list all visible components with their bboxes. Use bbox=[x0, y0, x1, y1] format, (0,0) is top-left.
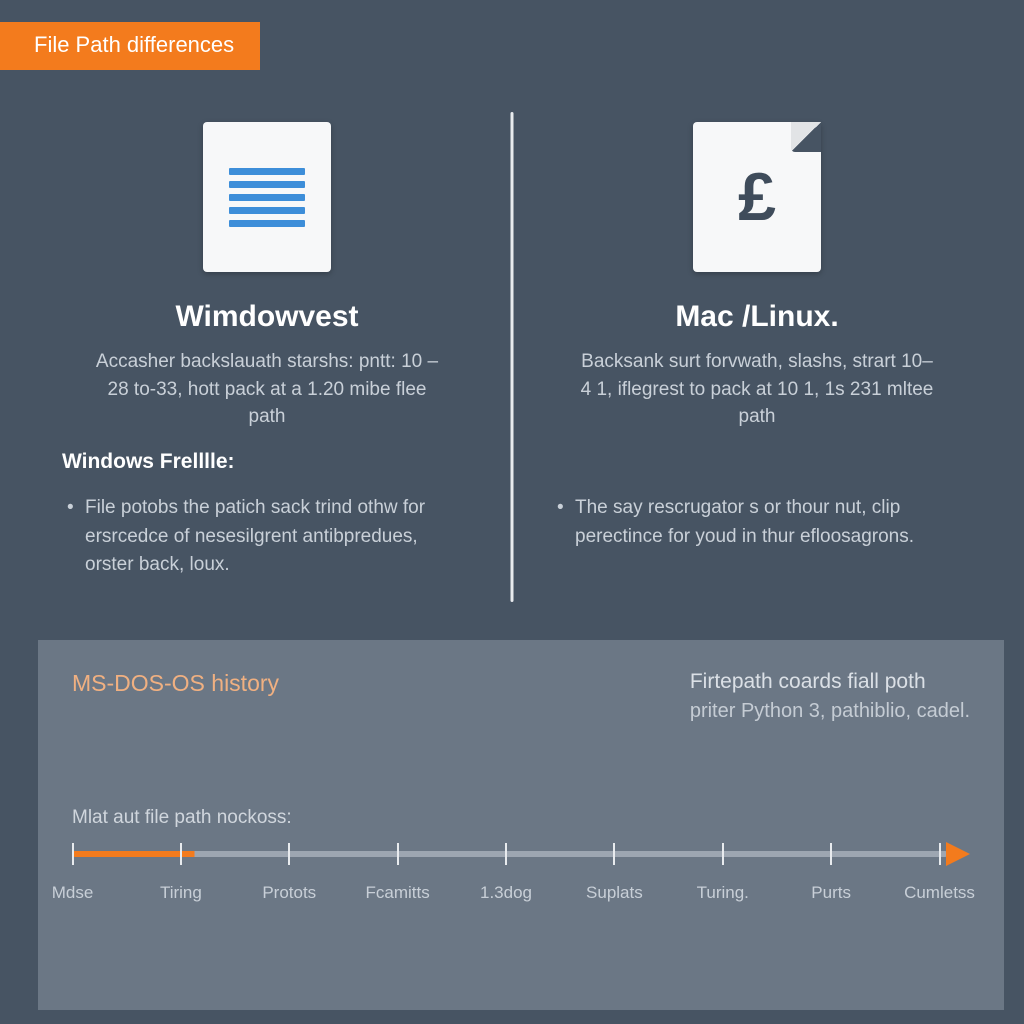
mac-linux-bullet: The say rescrugator s or thour nut, clip… bbox=[557, 494, 957, 551]
windows-column: Wimdowvest Accasher backslauath starshs:… bbox=[67, 122, 467, 431]
timeline-tick: Cumletss bbox=[939, 843, 940, 911]
tick-label: Tiring bbox=[160, 883, 202, 903]
tick-label: Purts bbox=[811, 883, 851, 903]
timeline-ticks: Mdse Tiring Protots Fcamitts 1.3dog Supl… bbox=[72, 843, 940, 911]
page-title-banner: File Path differences bbox=[0, 22, 260, 70]
mac-linux-description: Backsank surt forvwath, slashs, strart 1… bbox=[557, 348, 957, 431]
windows-bullet: File potobs the patich sack trind othw f… bbox=[67, 494, 467, 580]
timeline-tick: Protots bbox=[289, 843, 290, 911]
tick-label: Cumletss bbox=[904, 883, 975, 903]
history-right-line1: Firtepath coards fiall poth bbox=[690, 670, 970, 694]
timeline-tick: Mdse bbox=[72, 843, 73, 911]
bullet-section: File potobs the patich sack trind othw f… bbox=[0, 494, 1024, 580]
timeline: Mdse Tiring Protots Fcamitts 1.3dog Supl… bbox=[72, 843, 970, 911]
windows-heading: Wimdowvest bbox=[67, 300, 467, 334]
timeline-tick: Suplats bbox=[614, 843, 615, 911]
timeline-tick: Tiring bbox=[180, 843, 181, 911]
timeline-tick: Turing. bbox=[722, 843, 723, 911]
tick-label: Turing. bbox=[697, 883, 749, 903]
windows-description: Accasher backslauath starshs: pntt: 10 –… bbox=[67, 348, 467, 431]
tick-label: Fcamitts bbox=[366, 883, 430, 903]
text-document-icon bbox=[203, 122, 331, 272]
timeline-caption: Mlat aut file path nockoss: bbox=[72, 807, 970, 829]
mac-linux-heading: Mac /Linux. bbox=[557, 300, 957, 334]
windows-subheading: Windows Frelllle: bbox=[62, 450, 235, 474]
history-header-row: MS-DOS-OS history Firtepath coards fiall… bbox=[72, 670, 970, 723]
history-title: MS-DOS-OS history bbox=[72, 670, 279, 723]
page-title: File Path differences bbox=[34, 32, 234, 57]
timeline-tick: 1.3dog bbox=[506, 843, 507, 911]
windows-bullet-col: File potobs the patich sack trind othw f… bbox=[67, 494, 467, 580]
pound-glyph-icon: £ bbox=[738, 163, 776, 231]
code-document-icon: £ bbox=[693, 122, 821, 272]
mac-linux-bullet-col: The say rescrugator s or thour nut, clip… bbox=[557, 494, 957, 580]
tick-label: 1.3dog bbox=[480, 883, 532, 903]
document-lines-icon bbox=[229, 162, 305, 233]
tick-label: Protots bbox=[262, 883, 316, 903]
history-right-block: Firtepath coards fiall poth priter Pytho… bbox=[690, 670, 970, 723]
history-panel: MS-DOS-OS history Firtepath coards fiall… bbox=[38, 640, 1004, 1010]
tick-label: Suplats bbox=[586, 883, 643, 903]
history-right-line2: priter Python 3, pathiblio, cadel. bbox=[690, 700, 970, 723]
mac-linux-column: £ Mac /Linux. Backsank surt forvwath, sl… bbox=[557, 122, 957, 431]
timeline-arrow-icon bbox=[946, 842, 970, 866]
page-fold-icon bbox=[791, 122, 821, 152]
timeline-tick: Purts bbox=[831, 843, 832, 911]
timeline-tick: Fcamitts bbox=[397, 843, 398, 911]
tick-label: Mdse bbox=[52, 883, 94, 903]
